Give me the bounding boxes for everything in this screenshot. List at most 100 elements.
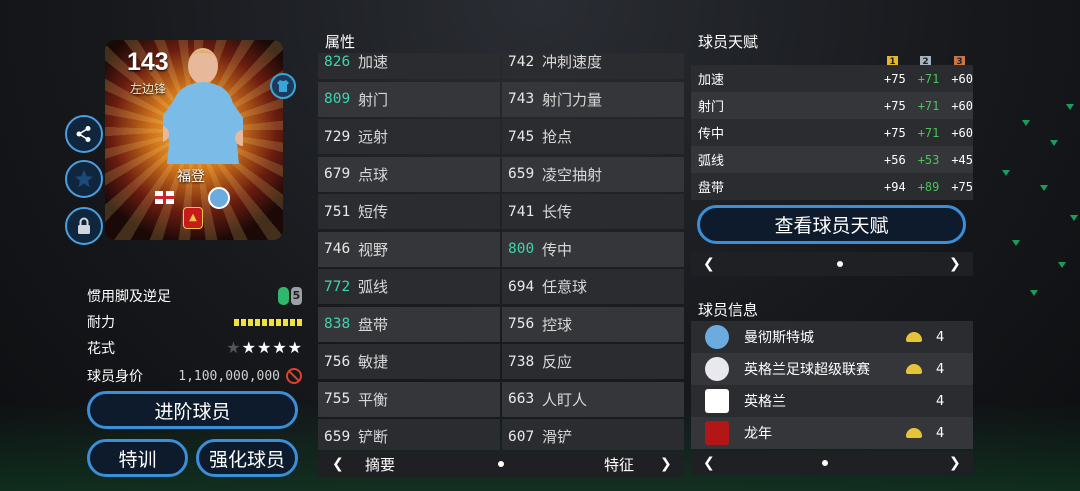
trait-row: 传中 +75 +71 +60	[691, 119, 973, 146]
star-icon: ★	[287, 338, 302, 357]
info-item[interactable]: 英格兰 4	[691, 385, 973, 417]
attribute-row: 756 敏捷 738 反应	[318, 344, 684, 379]
star-icon: ★	[241, 338, 256, 357]
trait-t1-value: +75	[884, 71, 906, 86]
trait-name: 加速	[698, 73, 725, 88]
traits-tab[interactable]: 特征	[604, 454, 634, 475]
attribute-cell: 809 射门	[318, 81, 500, 117]
attribute-name: 任意球	[542, 278, 588, 296]
decor-triangle	[1058, 262, 1066, 268]
skill-row: 花式 ★ ★ ★ ★ ★	[87, 338, 302, 358]
chevron-left-icon[interactable]: ❮	[703, 256, 715, 272]
star-icon: ★	[256, 338, 272, 357]
attribute-value: 738	[508, 353, 535, 370]
lock-button[interactable]	[65, 207, 103, 245]
chevron-right-icon[interactable]: ❯	[949, 455, 961, 471]
attribute-cell: 659 凌空抽射	[502, 156, 684, 192]
stamina-segment	[276, 318, 281, 326]
info-item[interactable]: 英格兰足球超级联赛 4	[691, 353, 973, 385]
trait-t3-value: +60	[951, 125, 974, 140]
attribute-cell: 729 远射	[318, 119, 500, 154]
not-tradable-icon	[286, 368, 302, 384]
info-pager[interactable]: ❮ ❯	[691, 451, 973, 475]
stamina-segment	[255, 318, 260, 326]
man-city-crest-icon	[208, 187, 230, 209]
decor-triangle	[1066, 104, 1074, 110]
stamina-segment	[241, 318, 246, 326]
kit-shirt-icon[interactable]	[270, 73, 296, 99]
star-icon: ★	[272, 338, 287, 357]
attribute-name: 抢点	[542, 128, 573, 146]
stamina-segment	[262, 318, 267, 326]
star-icon	[75, 170, 93, 188]
attribute-cell: 745 抢点	[502, 119, 684, 154]
trait-t1-value: +75	[884, 98, 906, 113]
info-item-label: 英格兰	[744, 394, 786, 410]
dragon-year-icon	[705, 421, 729, 445]
trait-t3-value: +60	[951, 71, 974, 86]
favorite-button[interactable]	[65, 160, 103, 198]
info-item[interactable]: 龙年 4	[691, 417, 973, 449]
skill-label: 花式	[87, 341, 115, 357]
attribute-row: 772 弧线 694 任意球	[318, 269, 684, 304]
skill-stars: ★ ★ ★ ★ ★	[226, 340, 302, 356]
chemistry-indicator: 4	[906, 362, 944, 377]
attribute-cell: 800 传中	[502, 231, 684, 267]
attribute-name: 滑铲	[542, 428, 573, 446]
decor-triangle	[1002, 170, 1010, 176]
trait-name: 射门	[698, 100, 725, 115]
attribute-value: 694	[508, 278, 535, 295]
view-traits-button[interactable]: 查看球员天赋	[697, 205, 966, 244]
attribute-cell: 755 平衡	[318, 381, 500, 417]
chevron-left-icon[interactable]: ❮	[703, 455, 715, 471]
boost-player-button[interactable]: 强化球员	[196, 439, 298, 477]
attribute-name: 短传	[358, 203, 389, 221]
attribute-name: 盘带	[358, 315, 389, 334]
chemistry-value: 4	[936, 393, 945, 409]
train-button[interactable]: 特训	[87, 439, 188, 477]
attribute-cell: 756 控球	[502, 306, 684, 342]
page-indicator-dot	[498, 461, 504, 467]
traits-pager[interactable]: ❮ ❯	[691, 252, 973, 276]
attribute-cell: 743 射门力量	[502, 81, 684, 117]
attribute-name: 传中	[542, 240, 573, 259]
attribute-value: 659	[324, 428, 351, 445]
page-indicator-dot	[837, 261, 843, 267]
attribute-name: 射门力量	[542, 90, 603, 109]
share-button[interactable]	[65, 115, 103, 153]
foot-row: 惯用脚及逆足 5	[87, 286, 302, 306]
attribute-value: 755	[324, 391, 351, 407]
star-icon: ★	[226, 338, 241, 357]
attribute-row: 679 点球 659 凌空抽射	[318, 156, 684, 192]
chevron-right-icon[interactable]: ❯	[949, 256, 961, 272]
info-item[interactable]: 曼彻斯特城 4	[691, 321, 973, 353]
summary-tab[interactable]: 摘要	[365, 454, 395, 475]
attribute-name: 视野	[358, 240, 389, 259]
trait-t2-value: +71	[917, 71, 940, 86]
attributes-list[interactable]: 826 加速 742 冲刺速度 809 射门 743 射门力量 729 远射 745 抢点 679 点球 6…	[318, 53, 684, 450]
stamina-segment	[290, 318, 295, 326]
attribute-cell: 607 滑铲	[502, 419, 684, 450]
chevron-left-icon[interactable]: ❮	[332, 456, 344, 472]
stamina-label: 耐力	[87, 315, 115, 331]
attribute-value: 729	[324, 128, 351, 145]
attribute-cell: 838 盘带	[318, 306, 500, 342]
advance-player-button[interactable]: 进阶球员	[87, 391, 298, 429]
player-value-text: 1,100,000,000	[178, 368, 280, 384]
attribute-value: 809	[324, 91, 351, 107]
share-icon	[76, 126, 91, 142]
attribute-name: 敏捷	[358, 353, 389, 371]
attribute-name: 点球	[358, 165, 389, 184]
chevron-right-icon[interactable]: ❯	[660, 456, 672, 472]
attribute-name: 远射	[358, 128, 389, 146]
trait-name: 盘带	[698, 181, 725, 196]
attributes-footer[interactable]: ❮ 摘要 特征 ❯	[318, 451, 684, 477]
attribute-cell: 756 敏捷	[318, 344, 500, 379]
chemistry-indicator: 4	[906, 426, 944, 441]
info-item-label: 曼彻斯特城	[744, 330, 814, 346]
attribute-cell: 826 加速	[318, 53, 500, 79]
genie-lamp-icon	[906, 428, 922, 438]
attribute-row: 746 视野 800 传中	[318, 231, 684, 267]
attribute-cell: 694 任意球	[502, 269, 684, 304]
genie-lamp-icon	[906, 364, 922, 374]
